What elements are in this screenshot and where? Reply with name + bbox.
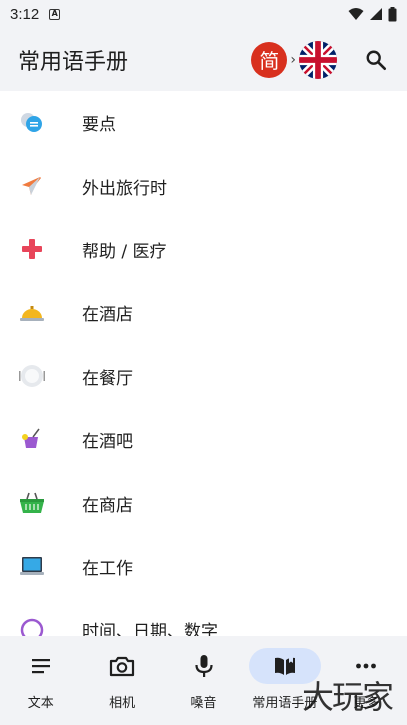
nav-label: 相机 (109, 696, 136, 711)
category-label: 要点 (82, 115, 116, 136)
search-icon (366, 50, 386, 70)
chat-bubbles-icon (21, 112, 42, 132)
status-time: 3:12 (10, 5, 40, 23)
category-label: 在工作 (82, 558, 133, 579)
laptop-icon (20, 557, 44, 576)
page-title: 常用语手册 (18, 49, 129, 75)
nav-voice[interactable]: 嗓音 (163, 636, 244, 725)
category-item[interactable]: 在酒吧 (0, 408, 407, 471)
category-item[interactable]: 在商店 (0, 471, 407, 534)
nav-camera[interactable]: 相机 (81, 636, 162, 725)
category-label: 外出旅行时 (82, 178, 167, 199)
watermark-logo: 大玩家 (302, 678, 394, 716)
status-icons (348, 6, 397, 22)
category-label: 在酒吧 (82, 432, 133, 453)
phrasebook-icon (274, 656, 295, 675)
status-bar: 3:12 A (0, 0, 407, 28)
source-language-badge[interactable]: 简 (251, 41, 288, 78)
chevron-right-icon: › (290, 51, 296, 68)
language-selector[interactable]: 简 › (251, 40, 337, 79)
category-item[interactable]: 在工作 (0, 535, 407, 598)
category-item[interactable]: 要点 (0, 91, 407, 154)
service-bell-icon (20, 305, 44, 321)
medical-cross-icon (22, 239, 42, 260)
notification-a-icon: A (49, 8, 61, 20)
nav-text[interactable]: 文本 (0, 636, 81, 725)
nav-label: 嗓音 (190, 696, 217, 711)
airplane-icon (22, 177, 41, 196)
category-label: 帮助 / 医疗 (82, 241, 167, 262)
phrase-category-list[interactable]: 要点 外出旅行时 帮助 / 医疗 在酒店 在餐厅 在酒吧 在商店 在工作 时间、… (0, 91, 407, 636)
app-bar: 常用语手册 简 › (0, 28, 407, 91)
wifi-icon (348, 8, 364, 20)
signal-icon (370, 8, 382, 20)
microphone-icon (194, 655, 213, 677)
category-label: 时间、日期、数字 (82, 622, 218, 636)
category-item[interactable]: 帮助 / 医疗 (0, 218, 407, 281)
clock-icon (20, 618, 44, 636)
battery-icon (388, 6, 397, 21)
shopping-basket-icon (20, 492, 44, 514)
nav-label: 文本 (27, 696, 54, 711)
category-label: 在酒店 (82, 305, 133, 326)
category-item[interactable]: 外出旅行时 (0, 154, 407, 217)
category-label: 在商店 (82, 495, 133, 516)
category-label: 在餐厅 (82, 368, 133, 389)
category-item[interactable]: 时间、日期、数字 (0, 598, 407, 636)
camera-icon (110, 656, 135, 677)
uk-flag-icon[interactable] (299, 40, 337, 79)
search-button[interactable] (363, 47, 389, 73)
category-item[interactable]: 在酒店 (0, 281, 407, 344)
text-lines-icon (31, 659, 50, 674)
plate-icon (19, 365, 45, 388)
category-item[interactable]: 在餐厅 (0, 345, 407, 408)
cocktail-icon (22, 428, 40, 448)
